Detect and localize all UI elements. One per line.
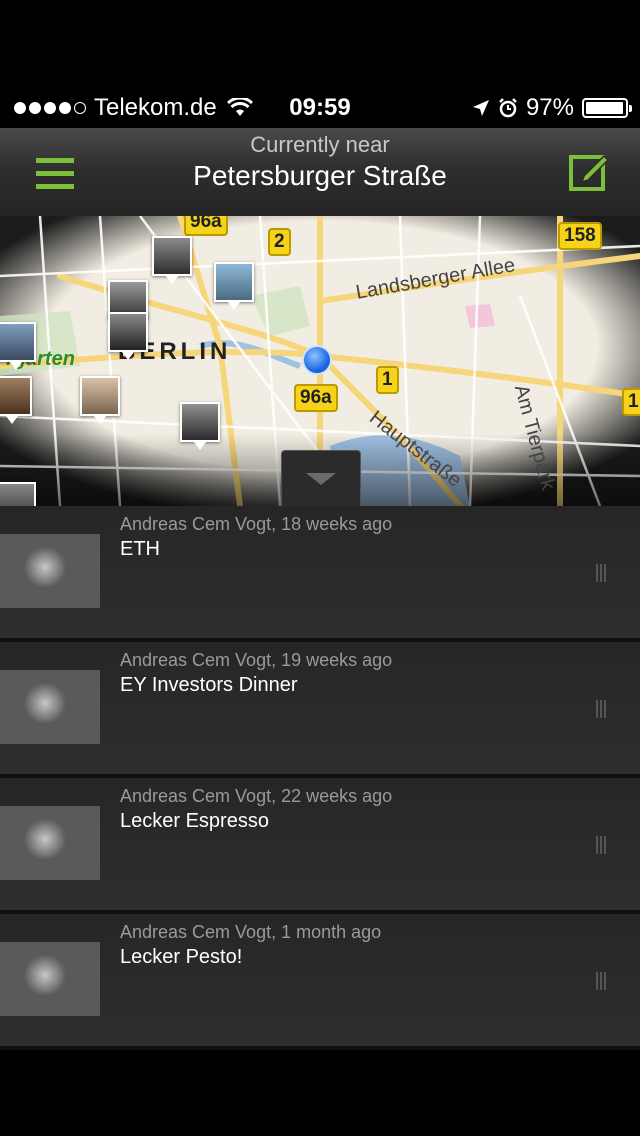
map-avatar-pin[interactable] — [108, 312, 148, 360]
map-avatar-pin[interactable] — [0, 322, 36, 370]
author-photo — [0, 534, 100, 608]
route-badge: 1 — [622, 388, 640, 416]
author-photo — [0, 670, 100, 744]
list-item[interactable]: Andreas Cem Vogt, 1 month ago Lecker Pes… — [0, 914, 640, 1050]
map-avatar-pin[interactable] — [180, 402, 220, 450]
menu-icon[interactable] — [36, 158, 74, 190]
route-badge: 158 — [558, 222, 602, 250]
drag-handle-icon[interactable] — [596, 972, 608, 990]
list-item[interactable]: Andreas Cem Vogt, 19 weeks ago EY Invest… — [0, 642, 640, 778]
location-title: Petersburger Straße — [193, 160, 447, 191]
battery-percent: 97% — [525, 94, 574, 121]
drag-handle-icon[interactable] — [596, 564, 608, 582]
post-title: ETH — [120, 538, 160, 560]
alarm-icon — [499, 98, 517, 118]
map-avatar-pin[interactable] — [0, 482, 36, 506]
drag-handle-icon[interactable] — [596, 700, 608, 718]
current-location-pin — [302, 345, 332, 375]
map-avatar-pin[interactable] — [80, 376, 120, 424]
post-meta: Andreas Cem Vogt, 18 weeks ago — [120, 514, 393, 534]
route-badge: 96a — [184, 216, 228, 236]
post-meta: Andreas Cem Vogt, 19 weeks ago — [120, 650, 393, 670]
map-avatar-pin[interactable] — [0, 376, 32, 424]
route-badge: 2 — [268, 228, 291, 256]
location-arrow-icon — [472, 100, 489, 116]
map-avatar-pin[interactable] — [152, 236, 192, 284]
status-bar: Telekom.de 09:59 97% — [0, 88, 640, 128]
location-subtitle: Currently near — [250, 132, 390, 157]
compose-icon[interactable] — [568, 152, 610, 192]
author-photo — [0, 942, 100, 1016]
list-item[interactable]: Andreas Cem Vogt, 22 weeks ago Lecker Es… — [0, 778, 640, 914]
post-meta: Andreas Cem Vogt, 22 weeks ago — [120, 786, 393, 806]
route-badge: 1 — [376, 366, 399, 394]
map-view[interactable]: BERLIN Landsberger Allee Hauptstraße Am … — [0, 216, 640, 506]
author-photo — [0, 806, 100, 880]
map-avatar-pin[interactable] — [214, 262, 254, 310]
post-title: Lecker Espresso — [120, 810, 269, 832]
nav-bar: Currently near Petersburger Straße — [0, 128, 640, 216]
post-list[interactable]: Andreas Cem Vogt, 18 weeks ago ETH Andre… — [0, 506, 640, 1050]
battery-icon — [582, 98, 632, 118]
list-item[interactable]: Andreas Cem Vogt, 18 weeks ago ETH — [0, 506, 640, 642]
drag-handle-icon[interactable] — [596, 836, 608, 854]
post-meta: Andreas Cem Vogt, 1 month ago — [120, 922, 382, 942]
map-collapse-button[interactable] — [281, 450, 361, 506]
post-title: Lecker Pesto! — [120, 946, 243, 968]
post-title: EY Investors Dinner — [120, 674, 298, 696]
location-header: Currently near Petersburger Straße — [160, 132, 480, 192]
route-badge: 96a — [294, 384, 338, 412]
